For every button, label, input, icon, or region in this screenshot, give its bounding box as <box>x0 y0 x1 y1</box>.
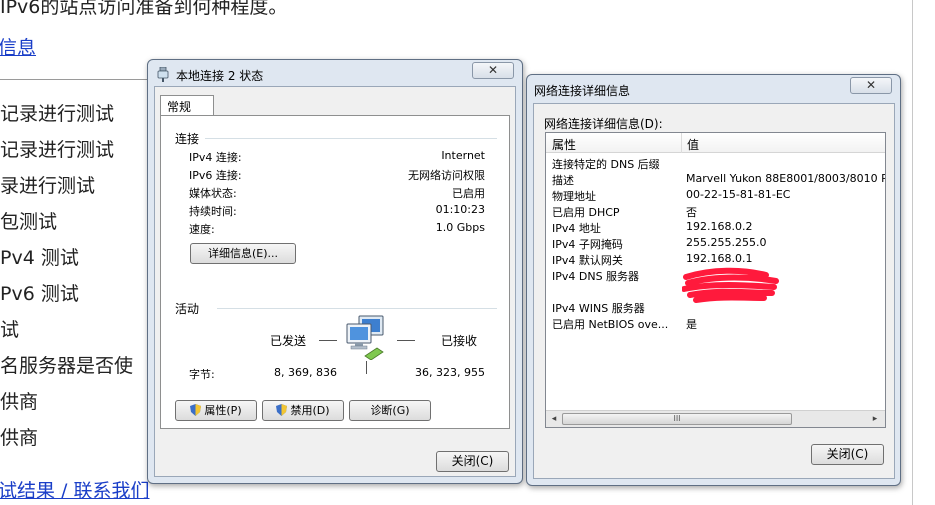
row-property: IPv4 默认网关 <box>552 254 623 267</box>
group-divider <box>205 138 497 139</box>
row-property: IPv4 WINS 服务器 <box>552 302 645 315</box>
duration-label: 持续时间: <box>189 205 237 218</box>
bytes-received-value: 36, 323, 955 <box>415 366 485 379</box>
column-header-property[interactable]: 属性 <box>552 136 576 153</box>
redaction-scribble <box>681 267 782 305</box>
bg-list-item[interactable]: 包测试 <box>0 207 57 234</box>
details-list-label: 网络连接详细信息(D): <box>544 117 663 131</box>
bytes-label: 字节: <box>189 368 215 381</box>
row-property: IPv4 子网掩码 <box>552 238 623 251</box>
list-row[interactable]: 已启用 NetBIOS ove... 是 <box>546 315 885 331</box>
dialog-client-area: 网络连接详细信息(D): 属性 值 连接特定的 DNS 后缀 描述 Marvell… <box>533 103 895 479</box>
horizontal-scrollbar[interactable]: ◂ III ▸ <box>546 410 885 427</box>
list-header: 属性 值 <box>546 133 885 153</box>
received-dash <box>397 340 415 341</box>
group-divider <box>217 308 497 309</box>
bg-list-item[interactable]: 录进行测试 <box>0 171 95 198</box>
bytes-sent-value: 8, 369, 836 <box>274 366 337 379</box>
sent-dash <box>319 340 337 341</box>
bg-list-item[interactable]: Pv6 测试 <box>0 279 79 306</box>
row-property: 物理地址 <box>552 190 596 203</box>
row-value: 255.255.255.0 <box>686 236 767 249</box>
details-button[interactable]: 详细信息(E)... <box>190 243 296 264</box>
tab-panel-general: 连接 IPv4 连接: Internet IPv6 连接: 无网络访问权限 媒体… <box>160 115 510 429</box>
duration-value: 01:10:23 <box>435 203 485 216</box>
list-row[interactable]: IPv4 地址 192.168.0.2 <box>546 219 885 235</box>
details-listview[interactable]: 属性 值 连接特定的 DNS 后缀 描述 Marvell Yukon 88E800… <box>545 132 886 428</box>
speed-value: 1.0 Gbps <box>435 221 485 234</box>
network-adapter-icon <box>157 66 169 82</box>
tab-general[interactable]: 常规 <box>160 95 214 116</box>
connection-group-heading: 连接 <box>175 132 200 146</box>
ipv6-connectivity-value: 无网络访问权限 <box>408 169 485 182</box>
row-property: IPv4 DNS 服务器 <box>552 270 640 283</box>
list-row[interactable]: 已启用 DHCP 否 <box>546 203 885 219</box>
disable-button-label: 禁用(D) <box>290 404 330 417</box>
row-value: 192.168.0.1 <box>686 252 753 265</box>
bg-list-item[interactable]: 记录进行测试 <box>0 99 114 126</box>
network-computers-icon <box>345 314 387 361</box>
scrollbar-thumb[interactable]: III <box>562 413 792 425</box>
row-property: 已启用 DHCP <box>552 206 620 219</box>
row-value: Marvell Yukon 88E8001/8003/8010 P <box>686 172 886 185</box>
list-row[interactable]: 物理地址 00-22-15-81-81-EC <box>546 187 885 203</box>
list-row[interactable]: IPv4 子网掩码 255.255.255.0 <box>546 235 885 251</box>
media-state-value: 已启用 <box>452 187 485 200</box>
properties-button-label: 属性(P) <box>204 404 242 417</box>
row-property: 已启用 NetBIOS ove... <box>552 318 669 331</box>
close-window-button[interactable]: ✕ <box>850 77 892 94</box>
bg-page-edge <box>912 0 913 505</box>
uac-shield-icon <box>276 403 288 416</box>
bg-top-text: IPv6的站点访问准备到何种程度。 <box>0 0 288 18</box>
bg-list-item[interactable]: 试 <box>0 315 19 342</box>
row-value: 192.168.0.2 <box>686 220 753 233</box>
connection-status-dialog: 本地连接 2 状态 ✕ 常规 连接 IPv4 连接: Internet IPv6… <box>147 59 523 484</box>
activity-group-heading: 活动 <box>175 302 200 316</box>
column-resize-handle[interactable] <box>681 133 682 153</box>
bg-divider <box>0 79 152 80</box>
activity-tick <box>366 361 367 374</box>
list-row[interactable]: 描述 Marvell Yukon 88E8001/8003/8010 P <box>546 171 885 187</box>
row-property: 连接特定的 DNS 后缀 <box>552 158 660 171</box>
dialog-client-area: 常规 连接 IPv4 连接: Internet IPv6 连接: 无网络访问权限… <box>154 86 516 477</box>
bg-list-item[interactable]: 名服务器是否使 <box>0 351 133 378</box>
bg-info-link[interactable]: 信息 <box>0 33 36 60</box>
bg-list-item[interactable]: Pv4 测试 <box>0 243 79 270</box>
bg-list-item[interactable]: 供商 <box>0 387 38 414</box>
list-row[interactable]: IPv4 默认网关 192.168.0.1 <box>546 251 885 267</box>
close-button[interactable]: 关闭(C) <box>436 451 509 472</box>
close-window-button[interactable]: ✕ <box>472 62 514 79</box>
dialog-title: 本地连接 2 状态 <box>176 69 264 83</box>
ipv6-connectivity-label: IPv6 连接: <box>189 169 242 182</box>
connection-details-dialog: 网络连接详细信息 ✕ 网络连接详细信息(D): 属性 值 连接特定的 DNS 后… <box>526 74 901 486</box>
bg-list-item[interactable]: 记录进行测试 <box>0 135 114 162</box>
scroll-left-arrow[interactable]: ◂ <box>548 413 560 425</box>
column-header-value[interactable]: 值 <box>687 136 699 153</box>
speed-label: 速度: <box>189 223 215 236</box>
row-value: 00-22-15-81-81-EC <box>686 188 791 201</box>
sent-label: 已发送 <box>270 334 307 348</box>
close-button[interactable]: 关闭(C) <box>811 444 884 465</box>
row-property: 描述 <box>552 174 574 187</box>
ipv4-connectivity-value: Internet <box>441 149 485 162</box>
received-label: 已接收 <box>441 334 478 348</box>
properties-button[interactable]: 属性(P) <box>175 400 257 421</box>
disable-button[interactable]: 禁用(D) <box>262 400 344 421</box>
uac-shield-icon <box>190 403 202 416</box>
bg-footer-link[interactable]: 试结果 / 联系我们 <box>0 476 149 503</box>
row-value: 否 <box>686 206 697 219</box>
media-state-label: 媒体状态: <box>189 187 237 200</box>
list-row[interactable]: 连接特定的 DNS 后缀 <box>546 155 885 171</box>
row-value: 是 <box>686 318 697 331</box>
row-property: IPv4 地址 <box>552 222 601 235</box>
bg-list-item[interactable]: 供商 <box>0 423 38 450</box>
dialog-title: 网络连接详细信息 <box>534 84 631 98</box>
diagnose-button[interactable]: 诊断(G) <box>349 400 431 421</box>
scroll-right-arrow[interactable]: ▸ <box>869 413 881 425</box>
ipv4-connectivity-label: IPv4 连接: <box>189 151 242 164</box>
